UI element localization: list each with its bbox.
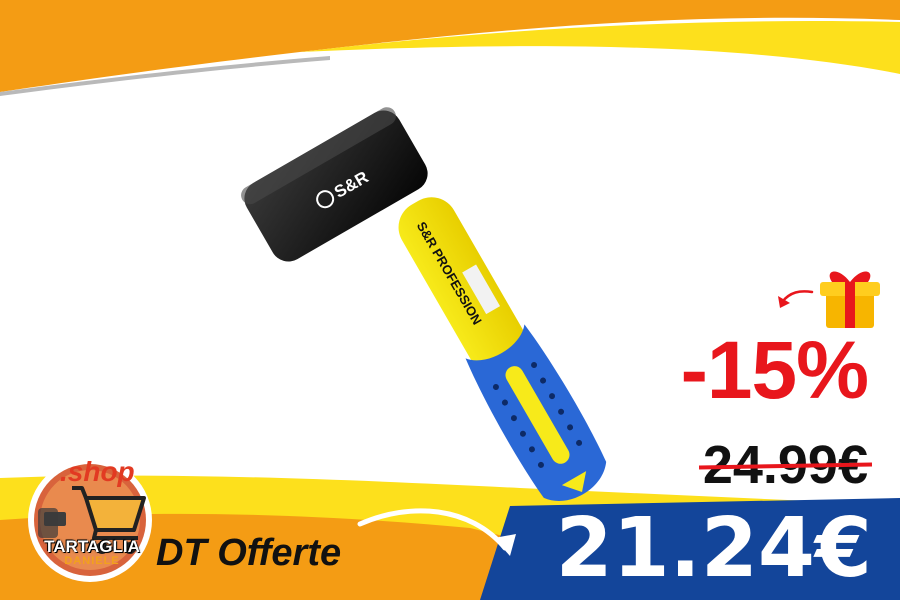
- discount-percent: -15%: [680, 325, 869, 416]
- logo-shop-text: .shop: [60, 456, 135, 487]
- logo-name-text: TARTAGLIA: [44, 537, 140, 556]
- logo-sub-text: DANIELE: [64, 555, 120, 567]
- old-price: 24.99€: [698, 438, 873, 492]
- store-logo: .shop TARTAGLIA DANIELE: [26, 452, 158, 584]
- new-price: 21.24€: [555, 501, 872, 596]
- store-name: DT Offerte: [156, 532, 342, 574]
